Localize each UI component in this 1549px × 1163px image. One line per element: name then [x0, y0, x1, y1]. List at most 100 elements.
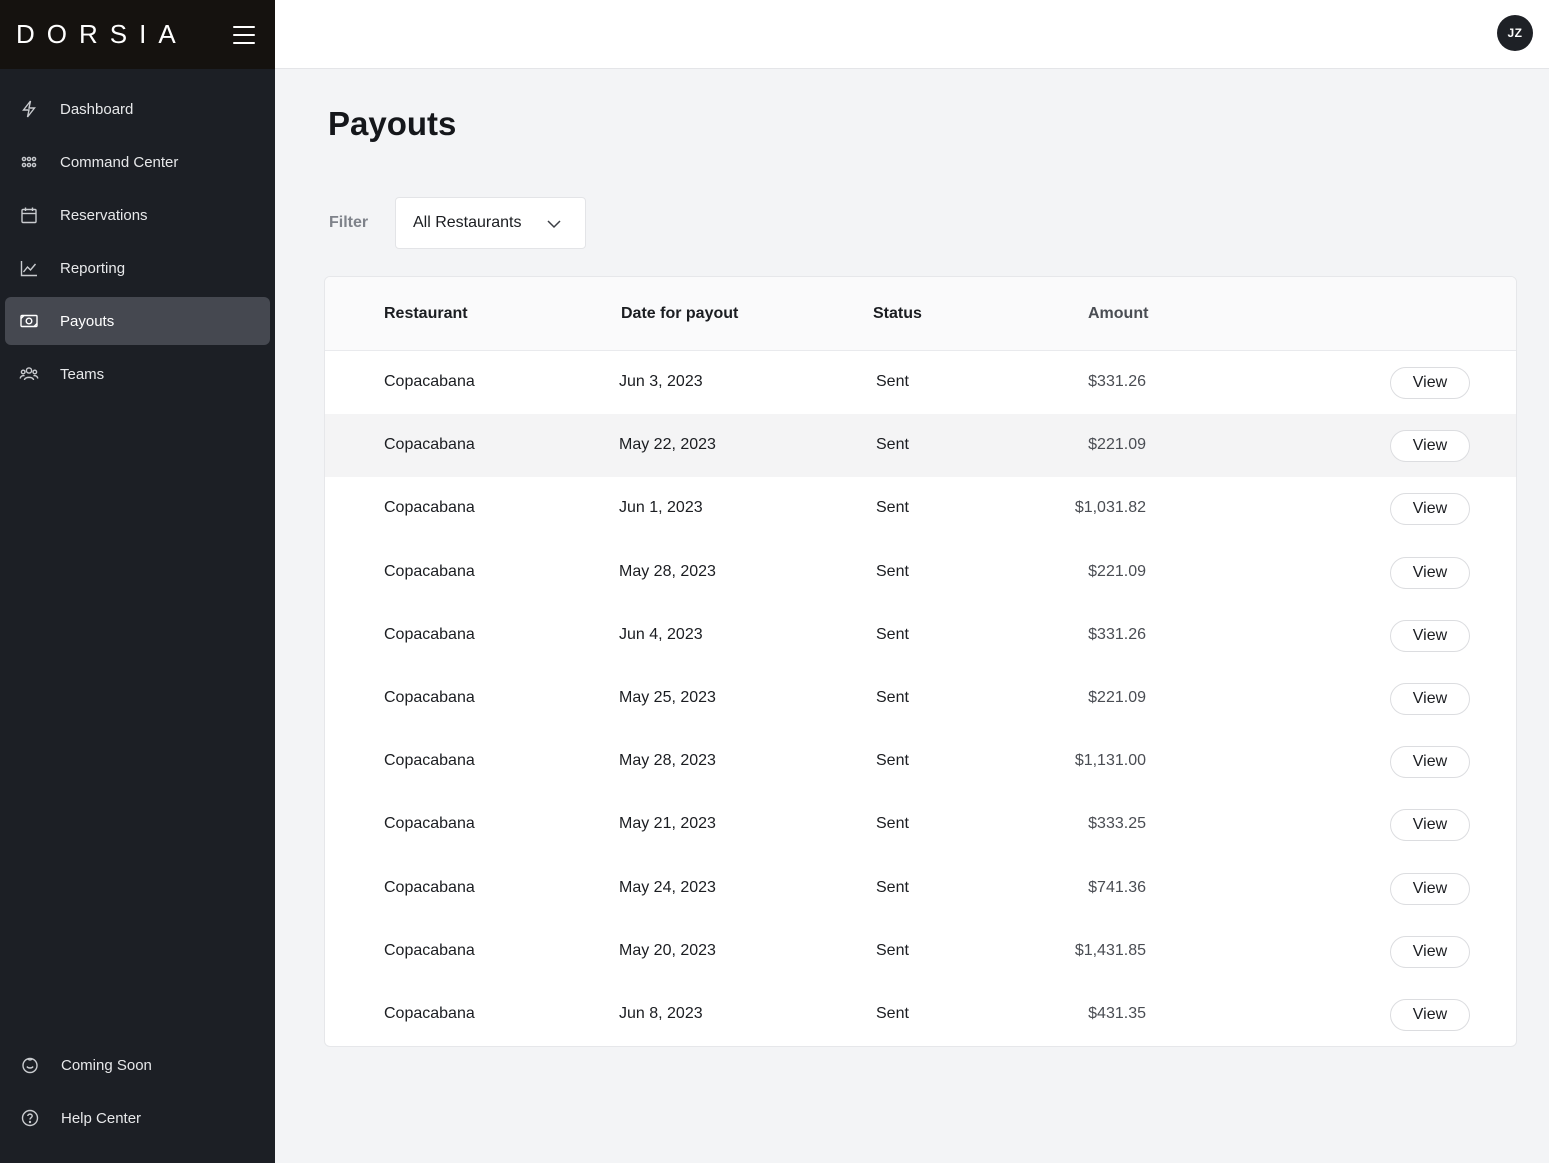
sidebar-item-command-center[interactable]: Command Center [5, 138, 270, 186]
table-row: Copacabana Jun 3, 2023 Sent $331.26 View [325, 351, 1516, 414]
view-button[interactable]: View [1390, 682, 1470, 715]
view-button[interactable]: View [1390, 493, 1470, 526]
table-row: Copacabana May 20, 2023 Sent $1,431.85 View [325, 920, 1516, 983]
sidebar-item-label: Payouts [60, 312, 115, 330]
view-button[interactable]: View [1390, 872, 1470, 905]
cell-status: Sent [876, 373, 909, 390]
cell-status: Sent [876, 499, 909, 517]
table-row: Copacabana May 24, 2023 Sent $741.36 View [325, 857, 1516, 920]
view-button[interactable]: View [1390, 619, 1470, 652]
top-bar: JZ [275, 0, 1549, 69]
cell-amount: $221.09 [1088, 436, 1146, 454]
cell-status: Sent [876, 815, 909, 833]
view-button[interactable]: View [1390, 746, 1470, 779]
view-button[interactable]: View [1390, 809, 1470, 842]
cell-restaurant: Copacabana [384, 815, 475, 833]
main-content: Payouts Filter All Restaurants Restauran… [275, 69, 1549, 1163]
column-header-restaurant[interactable]: Restaurant [384, 305, 468, 323]
table-row: Copacabana May 28, 2023 Sent $1,131.00 View [325, 730, 1516, 793]
cell-amount: $331.26 [1088, 625, 1146, 643]
cell-restaurant: Copacabana [384, 373, 475, 390]
cell-date: May 25, 2023 [619, 688, 716, 706]
users-icon [18, 363, 40, 385]
cell-restaurant: Copacabana [384, 1004, 475, 1022]
table-row: Copacabana May 28, 2023 Sent $221.09 View [325, 541, 1516, 604]
cell-date: Jun 1, 2023 [619, 499, 703, 517]
grid-icon [18, 151, 40, 173]
cell-status: Sent [876, 1004, 909, 1022]
sidebar-item-coming-soon[interactable]: Coming Soon [5, 1041, 270, 1089]
sidebar-item-label: Reporting [60, 259, 126, 277]
view-button[interactable]: View [1390, 556, 1470, 589]
cell-amount: $1,031.82 [1074, 499, 1146, 517]
cell-status: Sent [876, 878, 909, 896]
sidebar-item-reporting[interactable]: Reporting [5, 244, 270, 292]
filter-label: Filter [329, 214, 369, 231]
table-row: Copacabana May 22, 2023 Sent $221.09 View [325, 414, 1516, 478]
cell-date: May 21, 2023 [619, 815, 716, 833]
sidebar-item-label: Coming Soon [61, 1056, 152, 1074]
column-header-amount[interactable]: Amount [1088, 305, 1148, 323]
smile-icon [19, 1054, 41, 1076]
cell-restaurant: Copacabana [384, 625, 475, 643]
table-row: Copacabana Jun 1, 2023 Sent $1,031.82 View [325, 477, 1516, 540]
cell-date: May 28, 2023 [619, 752, 716, 770]
payouts-table: Restaurant Date for payout Status Amount… [324, 276, 1517, 1047]
column-header-status[interactable]: Status [873, 305, 922, 323]
cell-status: Sent [876, 562, 909, 580]
cell-restaurant: Copacabana [384, 562, 475, 580]
cell-status: Sent [876, 752, 909, 770]
cell-amount: $431.35 [1088, 1004, 1146, 1022]
cell-restaurant: Copacabana [384, 436, 475, 454]
sidebar-item-dashboard[interactable]: Dashboard [5, 85, 270, 133]
cell-amount: $741.36 [1088, 878, 1146, 896]
sidebar-item-reservations[interactable]: Reservations [5, 191, 270, 239]
cell-amount: $1,431.85 [1074, 941, 1146, 959]
help-circle-icon [19, 1107, 41, 1129]
brand-bar: DORSIA [0, 0, 275, 69]
table-body: Copacabana Jun 3, 2023 Sent $331.26 View Copa… [325, 351, 1516, 1046]
chart-line-icon [18, 257, 40, 279]
cell-date: May 24, 2023 [619, 878, 716, 896]
cell-date: May 28, 2023 [619, 562, 716, 580]
cell-amount: $331.26 [1088, 373, 1146, 390]
bolt-icon [18, 98, 40, 120]
calendar-icon [18, 204, 40, 226]
cell-amount: $221.09 [1088, 562, 1146, 580]
cell-restaurant: Copacabana [384, 878, 475, 896]
hamburger-menu-icon[interactable] [233, 25, 255, 44]
brand-logo[interactable]: DORSIA [16, 19, 188, 50]
cell-amount: $1,131.00 [1074, 752, 1146, 770]
sidebar-item-label: Teams [60, 365, 105, 383]
cell-status: Sent [876, 625, 909, 643]
view-button[interactable]: View [1390, 367, 1470, 399]
table-header: Restaurant Date for payout Status Amount [325, 277, 1516, 351]
cell-date: Jun 3, 2023 [619, 373, 703, 390]
cell-restaurant: Copacabana [384, 499, 475, 517]
sidebar-item-label: Command Center [60, 153, 179, 171]
view-button[interactable]: View [1390, 935, 1470, 968]
cell-status: Sent [876, 688, 909, 706]
cell-status: Sent [876, 941, 909, 959]
cash-icon [18, 310, 40, 332]
table-row: Copacabana Jun 8, 2023 Sent $431.35 View [325, 983, 1516, 1046]
page-title: Payouts [328, 105, 457, 142]
sidebar-item-label: Reservations [60, 206, 148, 224]
sidebar-nav: Dashboard Command Center Reservations Re… [0, 85, 275, 398]
cell-date: Jun 4, 2023 [619, 625, 703, 643]
user-avatar[interactable]: JZ [1497, 15, 1533, 51]
sidebar-item-payouts[interactable]: Payouts [5, 297, 270, 345]
sidebar-item-help-center[interactable]: Help Center [5, 1094, 270, 1142]
sidebar-item-teams[interactable]: Teams [5, 350, 270, 398]
cell-amount: $221.09 [1088, 688, 1146, 706]
table-row: Copacabana May 21, 2023 Sent $333.25 View [325, 793, 1516, 856]
sidebar-bottom-nav: Coming Soon Help Center [0, 1041, 275, 1147]
sidebar: DORSIA Dashboard Command Center Reservat… [0, 0, 275, 1163]
column-header-date[interactable]: Date for payout [621, 305, 738, 323]
view-button[interactable]: View [1390, 430, 1470, 463]
view-button[interactable]: View [1390, 998, 1470, 1031]
cell-date: May 22, 2023 [619, 436, 716, 454]
cell-restaurant: Copacabana [384, 688, 475, 706]
cell-amount: $333.25 [1088, 815, 1146, 833]
restaurant-filter-dropdown[interactable]: All Restaurants [395, 197, 586, 249]
